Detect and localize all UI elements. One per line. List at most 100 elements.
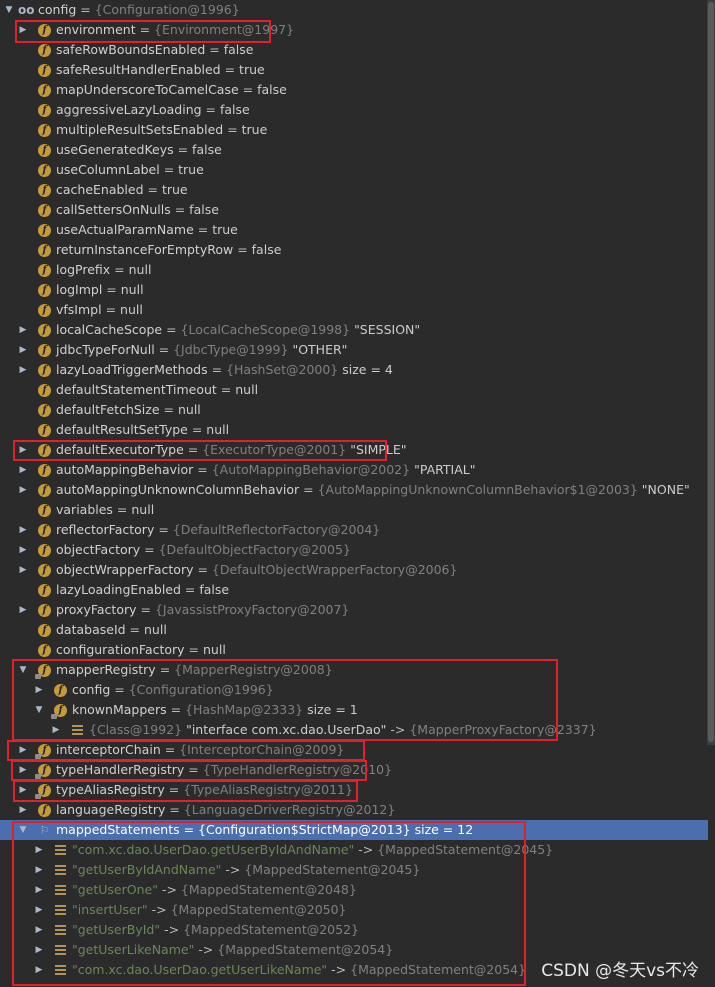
- chevron-right-icon[interactable]: ▶: [17, 800, 29, 820]
- field-icon: f: [38, 404, 51, 417]
- tree-row[interactable]: ▶ "getUserOne" -> {MappedStatement@2048}: [0, 880, 708, 900]
- field-icon: f: [38, 644, 51, 657]
- chevron-down-icon[interactable]: ▼: [17, 660, 29, 680]
- tree-row[interactable]: f multipleResultSetsEnabled = true: [0, 120, 708, 140]
- chevron-down-icon[interactable]: ▼: [33, 700, 45, 720]
- tree-row[interactable]: ▶ f jdbcTypeForNull = {JdbcType@1999} "OTH…: [0, 340, 708, 360]
- equals-sign: =: [112, 502, 132, 517]
- equals-sign: =: [184, 762, 203, 777]
- field-icon: f: [38, 464, 51, 477]
- tree-row[interactable]: f logPrefix = null: [0, 260, 708, 280]
- chevron-right-icon[interactable]: ▶: [33, 920, 45, 940]
- tree-row[interactable]: ▼ f knownMappers = {HashMap@2333} size = 1: [0, 700, 708, 720]
- tree-row[interactable]: f returnInstanceForEmptyRow = false: [0, 240, 708, 260]
- chevron-right-icon[interactable]: ▶: [17, 340, 29, 360]
- tree-row[interactable]: ▶ f languageRegistry = {LanguageDriverRegi…: [0, 800, 708, 820]
- field-icon: f: [38, 104, 51, 117]
- tree-row[interactable]: ▼ ⚐ mappedStatements = {Configuration$Stri…: [0, 820, 708, 840]
- map-value-type: {MappedStatement@2052}: [183, 922, 359, 937]
- field-name: variables: [56, 502, 113, 517]
- chevron-right-icon[interactable]: ▶: [17, 440, 29, 460]
- field-icon: f: [38, 344, 51, 357]
- tree-row[interactable]: ▶ f typeHandlerRegistry = {TypeHandlerRegi…: [0, 760, 708, 780]
- tree-row[interactable]: ▼ f mapperRegistry = {MapperRegistry@2008}: [0, 660, 708, 680]
- field-type: {HashMap@2333}: [185, 702, 308, 717]
- field-value: true: [212, 222, 238, 237]
- tree-row[interactable]: ▶ f autoMappingUnknownColumnBehavior = {Au…: [0, 480, 708, 500]
- field-name: mapperRegistry: [56, 662, 156, 677]
- chevron-right-icon[interactable]: ▶: [17, 540, 29, 560]
- map-entry-icon: [54, 904, 67, 917]
- chevron-right-icon[interactable]: ▶: [33, 860, 45, 880]
- tree-row[interactable]: f variables = null: [0, 500, 708, 520]
- chevron-right-icon[interactable]: ▶: [33, 840, 45, 860]
- field-name: safeResultHandlerEnabled: [56, 62, 221, 77]
- chevron-right-icon[interactable]: ▶: [17, 320, 29, 340]
- tree-row[interactable]: f useActualParamName = true: [0, 220, 708, 240]
- tree-row[interactable]: ▶ {Class@1992} "interface com.xc.dao.User…: [0, 720, 708, 740]
- field-name: mapUnderscoreToCamelCase: [56, 82, 239, 97]
- tree-row[interactable]: f aggressiveLazyLoading = false: [0, 100, 708, 120]
- tree-row[interactable]: ▶ "insertUser" -> {MappedStatement@2050}: [0, 900, 708, 920]
- chevron-right-icon[interactable]: ▶: [33, 900, 45, 920]
- chevron-down-icon[interactable]: ▼: [17, 820, 29, 840]
- tree-root-config[interactable]: ▼ oo config = {Configuration@1996}: [0, 0, 708, 20]
- tree-row[interactable]: f vfsImpl = null: [0, 300, 708, 320]
- chevron-right-icon[interactable]: ▶: [17, 460, 29, 480]
- tree-row[interactable]: ▶ f objectFactory = {DefaultObjectFactory@…: [0, 540, 708, 560]
- tree-row[interactable]: f useGeneratedKeys = false: [0, 140, 708, 160]
- field-icon: f: [38, 64, 51, 77]
- tree-row[interactable]: f databaseId = null: [0, 620, 708, 640]
- chevron-right-icon[interactable]: ▶: [17, 480, 29, 500]
- tree-row[interactable]: ▶ f interceptorChain = {InterceptorChain@2…: [0, 740, 708, 760]
- chevron-right-icon[interactable]: ▶: [17, 740, 29, 760]
- field-type: {ExecutorType@2001}: [202, 442, 351, 457]
- vertical-scrollbar[interactable]: [707, 0, 715, 745]
- tree-row[interactable]: f useColumnLabel = true: [0, 160, 708, 180]
- tree-row[interactable]: f defaultStatementTimeout = null: [0, 380, 708, 400]
- field-name: logPrefix: [56, 262, 111, 277]
- tree-row[interactable]: ▶ f defaultExecutorType = {ExecutorType@20…: [0, 440, 708, 460]
- equals-sign: =: [220, 62, 240, 77]
- tree-row[interactable]: ▶ f lazyLoadTriggerMethods = {HashSet@2000…: [0, 360, 708, 380]
- tree-row[interactable]: ▶ f proxyFactory = {JavassistProxyFactory@…: [0, 600, 708, 620]
- chevron-right-icon[interactable]: ▶: [33, 960, 45, 980]
- tree-row[interactable]: f safeResultHandlerEnabled = true: [0, 60, 708, 80]
- chevron-right-icon[interactable]: ▶: [33, 940, 45, 960]
- map-arrow: ->: [327, 962, 351, 977]
- tree-row[interactable]: f cacheEnabled = true: [0, 180, 708, 200]
- tree-row[interactable]: f safeRowBoundsEnabled = false: [0, 40, 708, 60]
- chevron-right-icon[interactable]: ▶: [17, 600, 29, 620]
- tree-row[interactable]: f logImpl = null: [0, 280, 708, 300]
- tree-row[interactable]: f defaultFetchSize = null: [0, 400, 708, 420]
- tree-row[interactable]: f mapUnderscoreToCamelCase = false: [0, 80, 708, 100]
- chevron-down-icon[interactable]: ▼: [3, 0, 15, 20]
- scrollbar-thumb[interactable]: [708, 2, 714, 742]
- tree-row[interactable]: ▶ f localCacheScope = {LocalCacheScope@199…: [0, 320, 708, 340]
- final-field-icon: f: [35, 784, 51, 799]
- tree-row[interactable]: ▶ f objectWrapperFactory = {DefaultObjectW…: [0, 560, 708, 580]
- tree-row[interactable]: ▶ "com.xc.dao.UserDao.getUserByIdAndName"…: [0, 840, 708, 860]
- tree-row[interactable]: ▶ f reflectorFactory = {DefaultReflectorFa…: [0, 520, 708, 540]
- chevron-right-icon[interactable]: ▶: [17, 560, 29, 580]
- tree-row[interactable]: f configurationFactory = null: [0, 640, 708, 660]
- chevron-right-icon[interactable]: ▶: [33, 880, 45, 900]
- field-icon: f: [38, 44, 51, 57]
- tree-row[interactable]: ▶ f environment = {Environment@1997}: [0, 20, 708, 40]
- chevron-right-icon[interactable]: ▶: [33, 680, 45, 700]
- tree-row[interactable]: ▶ "getUserByIdAndName" -> {MappedStatemen…: [0, 860, 708, 880]
- chevron-right-icon[interactable]: ▶: [17, 760, 29, 780]
- tree-row[interactable]: ▶ "getUserById" -> {MappedStatement@2052}: [0, 920, 708, 940]
- tree-row[interactable]: ▶ f config = {Configuration@1996}: [0, 680, 708, 700]
- chevron-right-icon[interactable]: ▶: [17, 780, 29, 800]
- tree-row[interactable]: f defaultResultSetType = null: [0, 420, 708, 440]
- tree-row[interactable]: f callSettersOnNulls = false: [0, 200, 708, 220]
- equals-sign: =: [187, 422, 207, 437]
- chevron-right-icon[interactable]: ▶: [17, 520, 29, 540]
- tree-row[interactable]: ▶ f typeAliasRegistry = {TypeAliasRegistry…: [0, 780, 708, 800]
- tree-row[interactable]: f lazyLoadingEnabled = false: [0, 580, 708, 600]
- tree-row[interactable]: ▶ f autoMappingBehavior = {AutoMappingBeha…: [0, 460, 708, 480]
- chevron-right-icon[interactable]: ▶: [17, 360, 29, 380]
- chevron-right-icon[interactable]: ▶: [50, 720, 62, 740]
- chevron-right-icon[interactable]: ▶: [17, 20, 29, 40]
